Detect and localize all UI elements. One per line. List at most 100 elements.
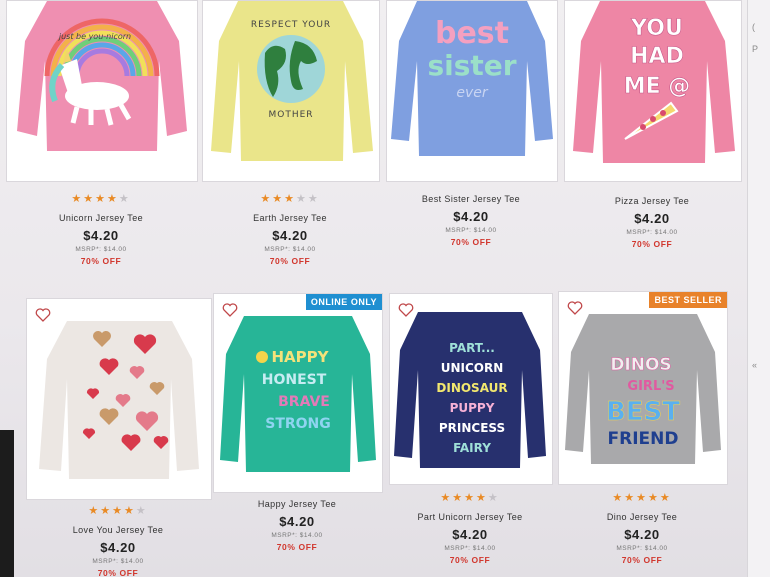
product-info: Happy Jersey Tee $4.20 MSRP*: $14.00 70%… xyxy=(213,499,381,552)
discount-label: 70% OFF xyxy=(269,256,311,266)
rating-stars: ★★★★★ xyxy=(6,192,196,205)
svg-text:ME @: ME @ xyxy=(624,74,691,99)
discount-label: 70% OFF xyxy=(621,555,663,565)
product-price: $4.20 xyxy=(83,228,119,243)
part-unicorn-shirt-image: PART... UNICORN DINOSAUR PUPPY PRINCESS … xyxy=(394,312,546,468)
product-msrp: MSRP*: $14.00 xyxy=(75,246,127,253)
svg-text:DINOSAUR: DINOSAUR xyxy=(436,381,507,395)
star-icon: ★ xyxy=(95,193,107,205)
svg-text:HONEST: HONEST xyxy=(262,372,327,388)
right-edge-panel: ( P « xyxy=(747,0,770,577)
star-icon: ★ xyxy=(612,492,625,504)
product-grid-page: just be you-nicorn ★★★★★ Unicorn Jersey … xyxy=(0,0,770,577)
svg-text:BRAVE: BRAVE xyxy=(278,394,330,410)
svg-text:MOTHER: MOTHER xyxy=(268,110,313,120)
star-icon: ★ xyxy=(100,505,113,517)
product-name[interactable]: Dino Jersey Tee xyxy=(558,512,726,522)
svg-text:BEST: BEST xyxy=(606,397,680,427)
discount-label: 70% OFF xyxy=(97,568,139,577)
product-msrp: MSRP*: $14.00 xyxy=(626,229,678,236)
star-icon: ★ xyxy=(112,505,124,517)
star-icon: ★ xyxy=(647,492,660,504)
product-image[interactable]: ONLINE ONLY HAPPY HONEST BRAVE STRONG xyxy=(213,293,383,493)
happy-shirt-image: HAPPY HONEST BRAVE STRONG xyxy=(220,316,376,472)
svg-text:HAPPY: HAPPY xyxy=(271,348,329,366)
star-icon: ★ xyxy=(272,193,285,205)
product-image[interactable]: RESPECT YOUR MOTHER xyxy=(202,0,380,182)
svg-text:GIRL'S: GIRL'S xyxy=(627,379,674,394)
product-image[interactable]: best sister ever xyxy=(386,0,558,182)
product-info: Best Sister Jersey Tee $4.20 MSRP*: $14.… xyxy=(386,194,556,247)
product-info: ★★★★★ Love You Jersey Tee $4.20 MSRP*: $… xyxy=(26,504,210,577)
product-info: ★★★★★ Part Unicorn Jersey Tee $4.20 MSRP… xyxy=(389,491,551,565)
star-icon: ★ xyxy=(260,193,273,205)
svg-text:FAIRY: FAIRY xyxy=(453,441,491,455)
discount-label: 70% OFF xyxy=(450,237,492,247)
best-seller-badge: BEST SELLER xyxy=(649,292,727,308)
product-name[interactable]: Earth Jersey Tee xyxy=(202,213,378,223)
star-icon: ★ xyxy=(123,505,136,517)
product-name[interactable]: Unicorn Jersey Tee xyxy=(6,213,196,223)
svg-text:best: best xyxy=(435,16,509,51)
svg-text:PRINCESS: PRINCESS xyxy=(439,421,505,435)
svg-text:DINOS: DINOS xyxy=(610,355,671,375)
svg-text:STRONG: STRONG xyxy=(265,416,331,432)
side-mark: « xyxy=(752,360,758,370)
star-icon: ★ xyxy=(475,492,488,504)
product-image[interactable]: YOU HAD ME @ xyxy=(564,0,742,182)
heart-outline-icon[interactable] xyxy=(35,307,51,323)
star-icon: ★ xyxy=(624,492,637,504)
star-icon: ★ xyxy=(487,492,500,504)
product-price: $4.20 xyxy=(100,540,136,555)
product-info: Pizza Jersey Tee $4.20 MSRP*: $14.00 70%… xyxy=(564,196,740,249)
dino-shirt-image: DINOS GIRL'S BEST FRIEND xyxy=(565,314,721,464)
star-icon: ★ xyxy=(295,193,308,205)
star-icon: ★ xyxy=(636,492,648,504)
heart-outline-icon[interactable] xyxy=(222,302,238,318)
product-price: $4.20 xyxy=(453,209,489,224)
svg-text:RESPECT YOUR: RESPECT YOUR xyxy=(251,20,331,30)
product-image[interactable] xyxy=(26,298,212,500)
svg-text:just be you-nicorn: just be you-nicorn xyxy=(58,32,131,41)
heart-outline-icon[interactable] xyxy=(567,300,583,316)
unicorn-shirt-image: just be you-nicorn xyxy=(17,1,187,151)
earth-shirt-image: RESPECT YOUR MOTHER xyxy=(211,1,373,161)
product-name[interactable]: Pizza Jersey Tee xyxy=(564,196,740,206)
discount-label: 70% OFF xyxy=(449,555,491,565)
product-msrp: MSRP*: $14.00 xyxy=(444,545,496,552)
svg-text:sister: sister xyxy=(427,49,516,82)
star-icon: ★ xyxy=(135,505,148,517)
product-msrp: MSRP*: $14.00 xyxy=(445,227,497,234)
product-price: $4.20 xyxy=(452,527,488,542)
product-price: $4.20 xyxy=(272,228,308,243)
best-sister-shirt-image: best sister ever xyxy=(391,1,553,156)
star-icon: ★ xyxy=(83,193,96,205)
product-name[interactable]: Happy Jersey Tee xyxy=(213,499,381,509)
product-image[interactable]: PART... UNICORN DINOSAUR PUPPY PRINCESS … xyxy=(389,293,553,485)
product-image[interactable]: BEST SELLER DINOS GIRL'S BEST FRIEND xyxy=(558,291,728,485)
star-icon: ★ xyxy=(88,505,101,517)
discount-label: 70% OFF xyxy=(80,256,122,266)
svg-text:PART...: PART... xyxy=(449,341,495,355)
side-mark: ( xyxy=(752,22,755,32)
product-name[interactable]: Best Sister Jersey Tee xyxy=(386,194,556,204)
product-image[interactable]: just be you-nicorn xyxy=(6,0,198,182)
product-name[interactable]: Part Unicorn Jersey Tee xyxy=(389,512,551,522)
product-name[interactable]: Love You Jersey Tee xyxy=(26,525,210,535)
star-icon: ★ xyxy=(284,193,296,205)
rating-stars: ★★★★★ xyxy=(558,491,726,504)
star-icon: ★ xyxy=(106,193,119,205)
product-msrp: MSRP*: $14.00 xyxy=(92,558,144,565)
svg-text:HAD: HAD xyxy=(630,44,684,69)
monitor-bezel xyxy=(0,430,14,577)
product-info: ★★★★★ Earth Jersey Tee $4.20 MSRP*: $14.… xyxy=(202,192,378,266)
rating-stars: ★★★★★ xyxy=(389,491,551,504)
rating-stars: ★★★★★ xyxy=(26,504,210,517)
svg-text:FRIEND: FRIEND xyxy=(608,429,679,449)
discount-label: 70% OFF xyxy=(631,239,673,249)
heart-outline-icon[interactable] xyxy=(398,302,414,318)
product-price: $4.20 xyxy=(634,211,670,226)
product-msrp: MSRP*: $14.00 xyxy=(271,532,323,539)
love-you-shirt-image xyxy=(39,321,199,479)
svg-text:UNICORN: UNICORN xyxy=(441,361,504,375)
